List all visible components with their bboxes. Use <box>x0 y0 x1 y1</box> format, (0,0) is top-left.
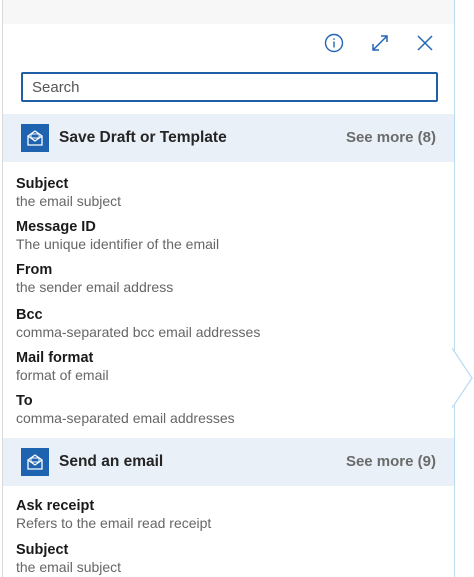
field-description: comma-separated bcc email addresses <box>16 324 261 340</box>
close-button[interactable] <box>414 32 436 54</box>
mail-icon <box>21 124 49 152</box>
list-item[interactable]: Ask receipt Refers to the email read rec… <box>16 498 444 532</box>
field-name: Mail format <box>16 350 94 366</box>
field-description: format of email <box>16 367 109 383</box>
field-name: From <box>16 262 53 278</box>
field-description: the email subject <box>16 559 122 575</box>
field-name: Message ID <box>16 219 96 235</box>
callout-pointer <box>452 348 473 409</box>
search-field[interactable] <box>21 72 438 102</box>
info-icon <box>324 33 344 53</box>
field-name: Ask receipt <box>16 498 95 514</box>
info-button[interactable] <box>323 32 345 54</box>
see-more-link[interactable]: See more (9) <box>346 438 436 486</box>
field-name: Subject <box>16 176 69 192</box>
list-item[interactable]: Subject the email subject <box>16 542 444 576</box>
section-header-save-draft[interactable]: Save Draft or Template See more (8) <box>3 114 454 162</box>
close-icon <box>417 35 433 51</box>
panel-header <box>3 26 454 60</box>
list-item[interactable]: Mail format format of email <box>16 350 444 384</box>
field-description: the email subject <box>16 193 122 209</box>
see-more-link[interactable]: See more (8) <box>346 114 436 162</box>
panel-top-strip <box>3 0 454 24</box>
field-name: Bcc <box>16 307 43 323</box>
list-item[interactable]: From the sender email address <box>16 262 444 296</box>
list-item[interactable]: Subject the email subject <box>16 176 444 210</box>
list-item[interactable]: To comma-separated email addresses <box>16 393 444 427</box>
list-item[interactable]: Bcc comma-separated bcc email addresses <box>16 307 444 341</box>
list-item[interactable]: Message ID The unique identifier of the … <box>16 219 444 253</box>
expand-icon <box>372 35 388 51</box>
field-description: the sender email address <box>16 279 174 295</box>
field-description: comma-separated email addresses <box>16 410 235 426</box>
expand-button[interactable] <box>369 32 391 54</box>
field-description: The unique identifier of the email <box>16 236 220 252</box>
section-title: Save Draft or Template <box>59 129 227 146</box>
dynamic-content-panel: Save Draft or Template See more (8) Subj… <box>2 0 455 577</box>
search-input[interactable] <box>23 74 436 100</box>
mail-icon <box>21 448 49 476</box>
section-header-send-email[interactable]: Send an email See more (9) <box>3 438 454 486</box>
field-name: To <box>16 393 33 409</box>
field-name: Subject <box>16 542 69 558</box>
section-title: Send an email <box>59 453 164 470</box>
field-description: Refers to the email read receipt <box>16 515 212 531</box>
